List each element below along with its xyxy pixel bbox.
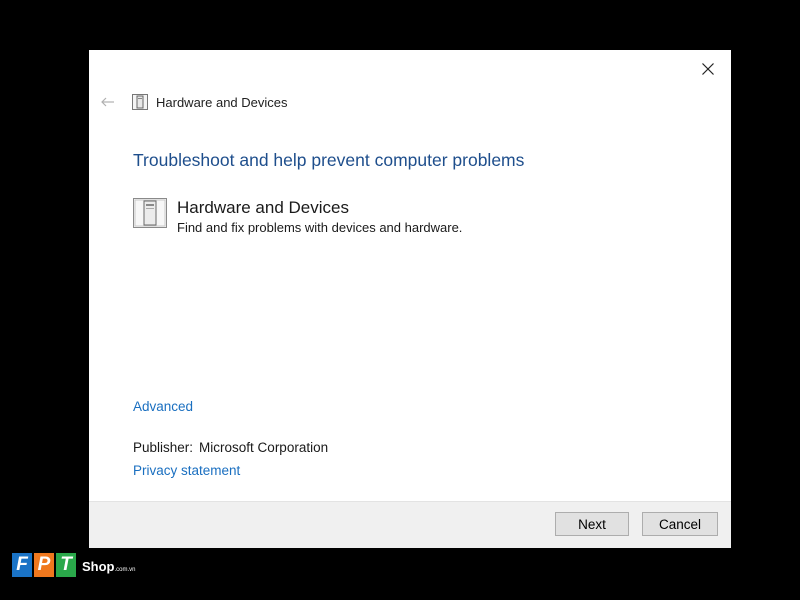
back-arrow-icon: [101, 97, 114, 107]
publisher-value: Microsoft Corporation: [199, 440, 329, 455]
troubleshooter-title: Hardware and Devices: [177, 198, 349, 217]
dialog-header: Hardware and Devices: [98, 92, 288, 112]
close-button[interactable]: [693, 56, 723, 82]
back-button[interactable]: [98, 92, 118, 112]
troubleshooter-description: Find and fix problems with devices and h…: [177, 220, 463, 235]
fpt-shop-watermark: F P T Shop .com.vn: [12, 553, 136, 577]
next-button[interactable]: Next: [555, 512, 629, 536]
hardware-device-small-icon: [132, 94, 148, 110]
watermark-domain: .com.vn: [114, 567, 136, 573]
close-icon: [702, 63, 714, 75]
dialog-footer: Next Cancel: [89, 501, 731, 548]
watermark-letter-p: P: [34, 553, 54, 577]
privacy-statement-link[interactable]: Privacy statement: [133, 463, 240, 478]
page-title: Troubleshoot and help prevent computer p…: [133, 150, 525, 170]
header-title: Hardware and Devices: [156, 94, 288, 110]
watermark-shop: Shop: [82, 559, 115, 574]
advanced-link[interactable]: Advanced: [133, 399, 193, 414]
troubleshooter-item[interactable]: Hardware and Devices Find and fix proble…: [133, 198, 462, 235]
publisher-info: Publisher: Microsoft Corporation: [133, 440, 328, 455]
troubleshooter-dialog: Hardware and Devices Troubleshoot and he…: [89, 50, 731, 548]
watermark-letter-t: T: [56, 553, 76, 577]
cancel-button[interactable]: Cancel: [642, 512, 718, 536]
publisher-label: Publisher:: [133, 440, 194, 455]
hardware-device-icon: [133, 198, 167, 228]
watermark-letter-f: F: [12, 553, 32, 577]
